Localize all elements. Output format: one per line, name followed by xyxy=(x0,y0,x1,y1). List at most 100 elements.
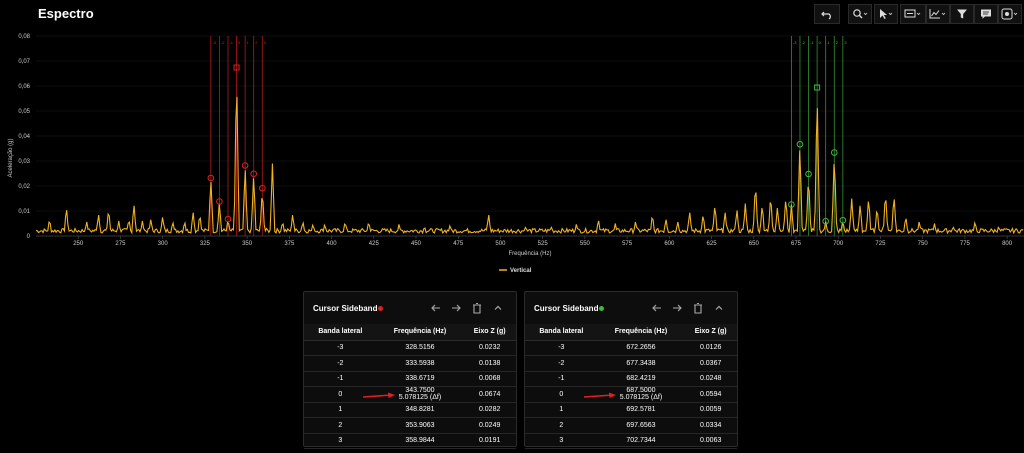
arrow-right-icon[interactable] xyxy=(671,302,683,314)
table-row: -2 333.5938 0.0138 xyxy=(304,355,516,372)
cell-frequency: 338.6719 xyxy=(376,371,464,387)
y-tick-label: 0,04 xyxy=(18,134,30,140)
cursor-line-label: 1 xyxy=(247,40,250,45)
cell-z-axis: 0.0063 xyxy=(684,433,737,449)
table-row: 2 353.9063 0.0249 xyxy=(304,417,516,434)
cell-frequency: 692.5781 xyxy=(597,402,685,418)
x-tick-label: 800 xyxy=(1002,241,1013,247)
x-tick-label: 325 xyxy=(200,241,211,247)
comment-icon xyxy=(981,9,991,19)
cursor-line-label: 2 xyxy=(255,40,258,45)
cursor-line-label: 0 xyxy=(819,40,822,45)
undo-icon xyxy=(821,11,831,20)
cursor-line-label: -2 xyxy=(221,40,225,45)
column-header-frequency: Frequência (Hz) xyxy=(376,324,464,341)
cell-band: 3 xyxy=(304,433,377,449)
x-tick-label: 250 xyxy=(73,241,84,247)
y-tick-label: 0 xyxy=(27,234,31,240)
table-row: -1 682.4219 0.0248 xyxy=(525,371,737,387)
settings-icon xyxy=(1001,8,1018,20)
column-header-z-axis: Eixo Z (g) xyxy=(463,324,516,341)
cell-z-axis: 0.0059 xyxy=(684,402,737,418)
x-tick-label: 750 xyxy=(918,241,929,247)
table-row: 0 687.5000 5.078125 (Δf) 0.0594 xyxy=(525,386,737,403)
table-row: 3 358.9844 0.0191 xyxy=(304,433,516,449)
column-header-z-axis: Eixo Z (g) xyxy=(684,324,737,341)
cursor-line-label: 3 xyxy=(844,40,847,45)
cursor-sideband-panel-green: Cursor Sideband Banda lateral Frequência… xyxy=(524,291,738,449)
cell-band: 2 xyxy=(525,417,598,434)
table-row: 1 348.8281 0.0282 xyxy=(304,402,516,418)
settings-button[interactable] xyxy=(998,4,1022,24)
y-axis-label: Aceleração (g) xyxy=(8,138,14,177)
cursor-line-label: 3 xyxy=(264,40,267,45)
y-tick-label: 0,05 xyxy=(18,109,30,115)
app-header: Espectro xyxy=(0,0,1024,30)
x-tick-label: 600 xyxy=(664,241,675,247)
chart-grid xyxy=(36,35,1024,237)
x-tick-label: 700 xyxy=(833,241,844,247)
chevron-up-icon[interactable] xyxy=(492,302,504,314)
x-tick-label: 475 xyxy=(453,241,464,247)
x-tick-label: 425 xyxy=(369,241,380,247)
column-header-frequency: Frequência (Hz) xyxy=(597,324,685,341)
table-row: 0 343.7500 5.078125 (Δf) 0.0674 xyxy=(304,386,516,403)
panel-title: Cursor Sideband xyxy=(313,304,378,313)
table-row: 1 692.5781 0.0059 xyxy=(525,402,737,418)
x-tick-label: 450 xyxy=(411,241,422,247)
cursor-mode-icon xyxy=(904,9,921,18)
pointer-icon xyxy=(880,9,893,19)
chart-type-icon xyxy=(929,9,946,19)
cell-z-axis: 0.0594 xyxy=(684,386,737,403)
legend[interactable]: Vertical xyxy=(499,268,532,274)
undo-button[interactable] xyxy=(814,4,840,24)
sideband-table: Banda lateral Frequência (Hz) Eixo Z (g)… xyxy=(525,324,737,449)
cursor-line-label: -1 xyxy=(229,40,233,45)
x-axis-label: Frequência (Hz) xyxy=(508,251,551,257)
y-tick-label: 0,08 xyxy=(18,34,30,40)
red-arrow-annotation xyxy=(362,392,395,398)
cell-frequency: 348.8281 xyxy=(376,402,464,418)
cell-frequency: 702.7344 xyxy=(597,433,685,449)
arrow-right-icon[interactable] xyxy=(450,302,462,314)
sideband-markers xyxy=(207,64,847,225)
cell-band: 2 xyxy=(304,417,377,434)
cell-frequency: 697.6563 xyxy=(597,417,685,434)
chart-type-button[interactable] xyxy=(926,4,950,24)
table-row: 2 697.6563 0.0334 xyxy=(525,417,737,434)
cell-z-axis: 0.0232 xyxy=(463,340,516,356)
chevron-up-icon[interactable] xyxy=(713,302,725,314)
panel-title: Cursor Sideband xyxy=(534,304,599,313)
cell-band: -1 xyxy=(525,371,598,387)
cell-z-axis: 0.0138 xyxy=(463,355,516,372)
table-row: -2 677.3438 0.0367 xyxy=(525,355,737,372)
x-tick-label: 525 xyxy=(538,241,549,247)
arrow-left-icon[interactable] xyxy=(651,302,663,314)
trash-icon[interactable] xyxy=(692,302,704,314)
y-tick-label: 0,06 xyxy=(18,84,30,90)
sideband-table: Banda lateral Frequência (Hz) Eixo Z (g)… xyxy=(304,324,516,449)
cursor-mode-button[interactable] xyxy=(900,4,926,24)
cell-band: -3 xyxy=(304,340,377,356)
trash-icon[interactable] xyxy=(471,302,483,314)
comment-button[interactable] xyxy=(974,4,998,24)
zoom-button[interactable] xyxy=(848,4,872,24)
cell-band: 1 xyxy=(525,402,598,418)
x-tick-label: 550 xyxy=(580,241,591,247)
spectrum-chart[interactable]: -3 -2 -1 0 1 2 3 -3 -2 -1 0 1 2 3 00,010,020,030,040,… xyxy=(0,30,1024,280)
cursor-line-label: 1 xyxy=(827,40,830,45)
cell-z-axis: 0.0249 xyxy=(463,417,516,434)
table-row: -3 672.2656 0.0126 xyxy=(525,340,737,356)
cell-band: -2 xyxy=(304,355,377,372)
filter-button[interactable] xyxy=(950,4,974,24)
series-vertical-line xyxy=(35,96,1024,235)
y-tick-label: 0,03 xyxy=(18,159,30,165)
cell-z-axis: 0.0248 xyxy=(684,371,737,387)
y-axis: 0 0,01 0,02 0,03 0,04 0,05 0,06 0,07 0,08 xyxy=(18,34,30,240)
cell-frequency: 677.3438 xyxy=(597,355,685,372)
x-tick-label: 775 xyxy=(960,241,971,247)
x-axis: 250 275 300 325 350 375 400 425 450 475 500 525 550 5… xyxy=(36,235,1024,247)
pointer-button[interactable] xyxy=(874,4,898,24)
arrow-left-icon[interactable] xyxy=(430,302,442,314)
x-tick-label: 500 xyxy=(495,241,506,247)
